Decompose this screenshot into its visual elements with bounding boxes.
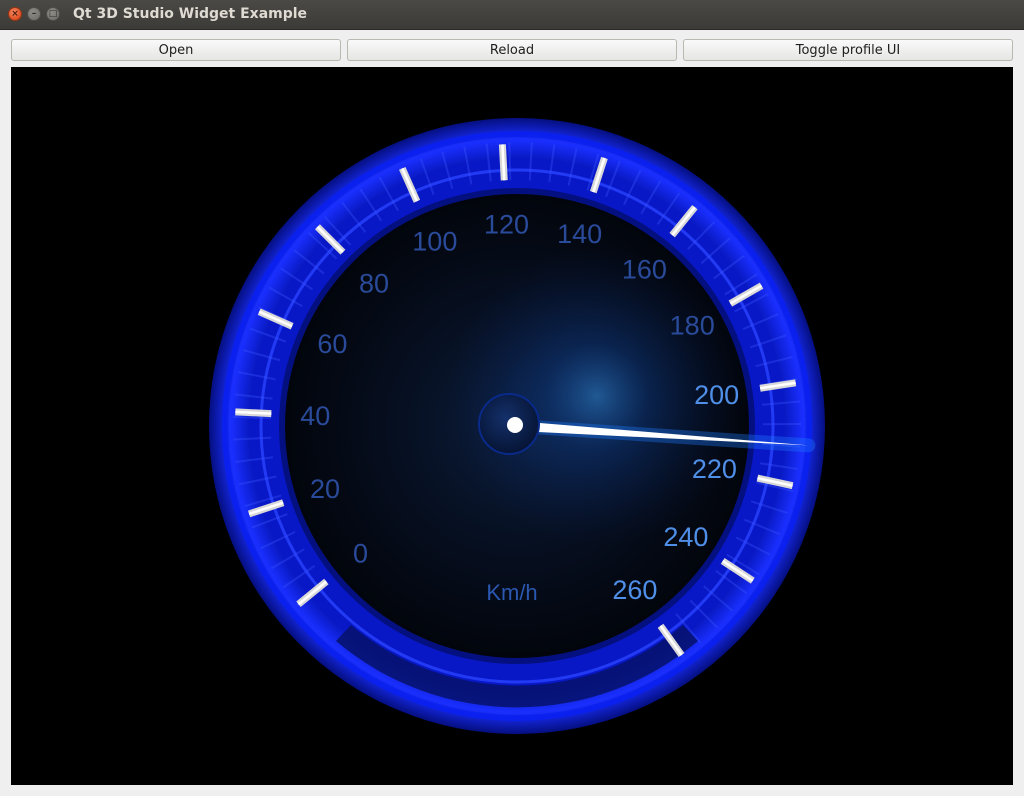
tick-label: 200 — [694, 380, 739, 410]
tick-label: 240 — [663, 522, 708, 552]
tick-label: 80 — [359, 268, 389, 298]
close-window-button[interactable]: × — [8, 7, 22, 21]
tick-label: 180 — [670, 310, 715, 340]
tick-label: 0 — [353, 539, 368, 569]
title-bar: × – □ Qt 3D Studio Widget Example — [0, 0, 1024, 30]
tick-label: 20 — [310, 474, 340, 504]
bezel-stripe — [233, 415, 272, 420]
tick-label: 60 — [317, 329, 347, 359]
window-title: Qt 3D Studio Widget Example — [73, 6, 308, 22]
minimize-window-button[interactable]: – — [27, 7, 41, 21]
tick-label: 140 — [557, 219, 602, 249]
speedometer-gauge: 020406080100120 140160180200220240260 Km/… — [209, 118, 825, 734]
studio-3d-viewport[interactable]: 0 20 40 60 80 100 120 140 160 180 200 220 240 260 Km/… — [11, 67, 1013, 785]
bezel-stripe — [508, 142, 512, 181]
toggle-profile-ui-button[interactable]: Toggle profile UI — [683, 39, 1013, 61]
tick-label: 120 — [484, 209, 529, 239]
maximize-window-button[interactable]: □ — [46, 7, 60, 21]
reload-button[interactable]: Reload — [347, 39, 677, 61]
tick-label: 160 — [622, 254, 667, 284]
needle-pivot — [507, 417, 523, 433]
tick-label: 40 — [300, 401, 330, 431]
tick-label: 100 — [412, 226, 457, 256]
open-button[interactable]: Open — [11, 39, 341, 61]
unit-label: Km/h — [486, 580, 537, 605]
tick-label: 260 — [612, 575, 657, 605]
tick-label: 220 — [692, 454, 737, 484]
